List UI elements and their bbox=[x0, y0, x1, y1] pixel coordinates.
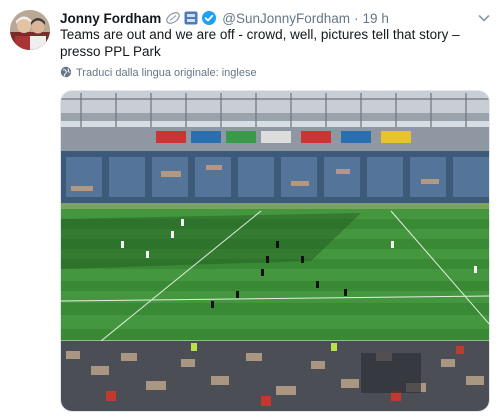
globe-icon bbox=[60, 66, 76, 81]
tweet: Jonny Fordham @SunJonnyFordham · 19 h Te… bbox=[0, 0, 500, 420]
avatar[interactable] bbox=[10, 10, 50, 50]
tweet-header: Jonny Fordham @SunJonnyFordham · 19 h bbox=[60, 8, 492, 28]
rugby-ball-icon bbox=[165, 10, 181, 26]
avatar-photo bbox=[10, 10, 50, 50]
chevron-down-icon[interactable] bbox=[476, 10, 492, 26]
stadium-photo bbox=[61, 91, 489, 411]
translate-link[interactable]: Traduci dalla lingua originale: inglese bbox=[60, 66, 257, 80]
separator-dot: · bbox=[354, 10, 359, 26]
app-badge-icon bbox=[183, 10, 199, 26]
author-name[interactable]: Jonny Fordham bbox=[60, 11, 161, 26]
tweet-text-main: Teams are out and we are off - crowd, we… bbox=[60, 27, 449, 42]
verified-icon bbox=[201, 10, 217, 26]
timestamp[interactable]: 19 h bbox=[363, 11, 389, 26]
tweet-text: Teams are out and we are off - crowd, we… bbox=[60, 26, 490, 60]
tweet-photo[interactable] bbox=[60, 90, 490, 412]
translation-note: Traduci dalla lingua originale: inglese bbox=[76, 67, 257, 79]
author-handle[interactable]: @SunJonnyFordham bbox=[222, 11, 350, 26]
location-link[interactable]: PPL Park bbox=[104, 44, 161, 59]
